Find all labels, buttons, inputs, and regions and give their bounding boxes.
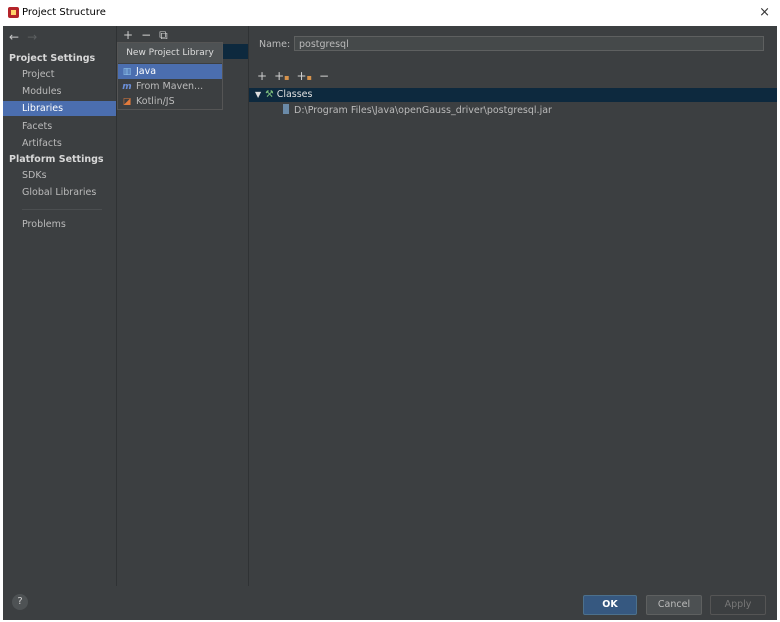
sidebar-item-artifacts[interactable]: Artifacts [3, 136, 116, 151]
add-js-icon[interactable]: + [297, 69, 307, 83]
popup-item-kotlin-js[interactable]: ◪ Kotlin/JS [118, 94, 222, 109]
ok-button[interactable]: OK [583, 595, 637, 615]
name-label: Name: [259, 39, 291, 50]
popup-item-label: Java [136, 66, 157, 77]
intellij-app-icon [8, 7, 19, 18]
window-title: Project Structure [22, 7, 106, 18]
jar-path-text: D:\Program Files\Java\openGauss_driver\p… [294, 105, 552, 116]
remove-library-icon[interactable]: − [141, 28, 151, 42]
libraries-list-pane: + − ⧉ [117, 26, 249, 586]
help-button[interactable]: ? [12, 594, 28, 610]
libraries-toolbar: + − ⧉ [123, 28, 176, 43]
project-settings-heading: Project Settings [9, 53, 96, 64]
popup-item-java[interactable]: ▥ Java [118, 64, 222, 79]
copy-library-icon[interactable]: ⧉ [159, 28, 168, 42]
new-project-library-popup: New Project Library ▥ Java m From Maven...… [117, 42, 223, 110]
apply-button[interactable]: Apply [710, 595, 766, 615]
classes-label: Classes [276, 89, 313, 100]
library-name-input[interactable]: postgresql [294, 36, 764, 51]
project-structure-dialog: ← → Project Settings Project Modules Libr… [3, 26, 777, 620]
expand-triangle-icon[interactable]: ▼ [255, 90, 261, 99]
cancel-button[interactable]: Cancel [646, 595, 702, 615]
jar-path-item[interactable]: D:\Program Files\Java\openGauss_driver\p… [283, 104, 552, 118]
popup-item-label: From Maven... [136, 81, 204, 92]
sidebar-item-project[interactable]: Project [3, 67, 116, 82]
classes-tree-node[interactable]: ▼ ⚒ Classes [249, 88, 777, 102]
java-library-icon: ▥ [122, 67, 132, 77]
remove-icon[interactable]: − [319, 69, 329, 83]
sidebar-item-sdks[interactable]: SDKs [3, 168, 116, 183]
hammer-icon: ⚒ [265, 89, 274, 100]
classes-badge-icon: ▪ [284, 73, 290, 82]
popup-item-label: Kotlin/JS [136, 96, 175, 107]
js-badge-icon: ▪ [306, 73, 313, 82]
kotlin-js-icon: ◪ [122, 97, 132, 107]
add-library-icon[interactable]: + [123, 28, 133, 42]
back-arrow-icon[interactable]: ← [9, 30, 19, 44]
sidebar-item-libraries[interactable]: Libraries [3, 101, 116, 116]
dialog-footer: ? OK Cancel Apply [3, 586, 777, 620]
popup-title: New Project Library [118, 43, 222, 63]
nav-arrows: ← → [9, 30, 37, 44]
sidebar-item-problems[interactable]: Problems [3, 217, 116, 232]
close-icon[interactable]: × [759, 5, 770, 20]
sidebar-item-facets[interactable]: Facets [3, 119, 116, 134]
sidebar-divider [22, 209, 102, 210]
settings-sidebar: ← → Project Settings Project Modules Libr… [3, 26, 117, 586]
window-titlebar: Project Structure × [0, 0, 780, 26]
jar-file-icon [283, 104, 289, 114]
classes-toolbar: + +▪ +▪ − [257, 69, 336, 83]
sidebar-item-modules[interactable]: Modules [3, 84, 116, 99]
sidebar-item-global-libraries[interactable]: Global Libraries [3, 185, 116, 200]
platform-settings-heading: Platform Settings [9, 154, 104, 165]
popup-item-from-maven[interactable]: m From Maven... [118, 79, 222, 94]
maven-icon: m [122, 82, 132, 92]
add-classes-icon[interactable]: + [274, 69, 284, 83]
library-details-pane: Name: postgresql + +▪ +▪ − ▼ ⚒ Classes D:\Pro… [249, 26, 777, 586]
forward-arrow-icon[interactable]: → [27, 30, 37, 44]
add-icon[interactable]: + [257, 69, 267, 83]
